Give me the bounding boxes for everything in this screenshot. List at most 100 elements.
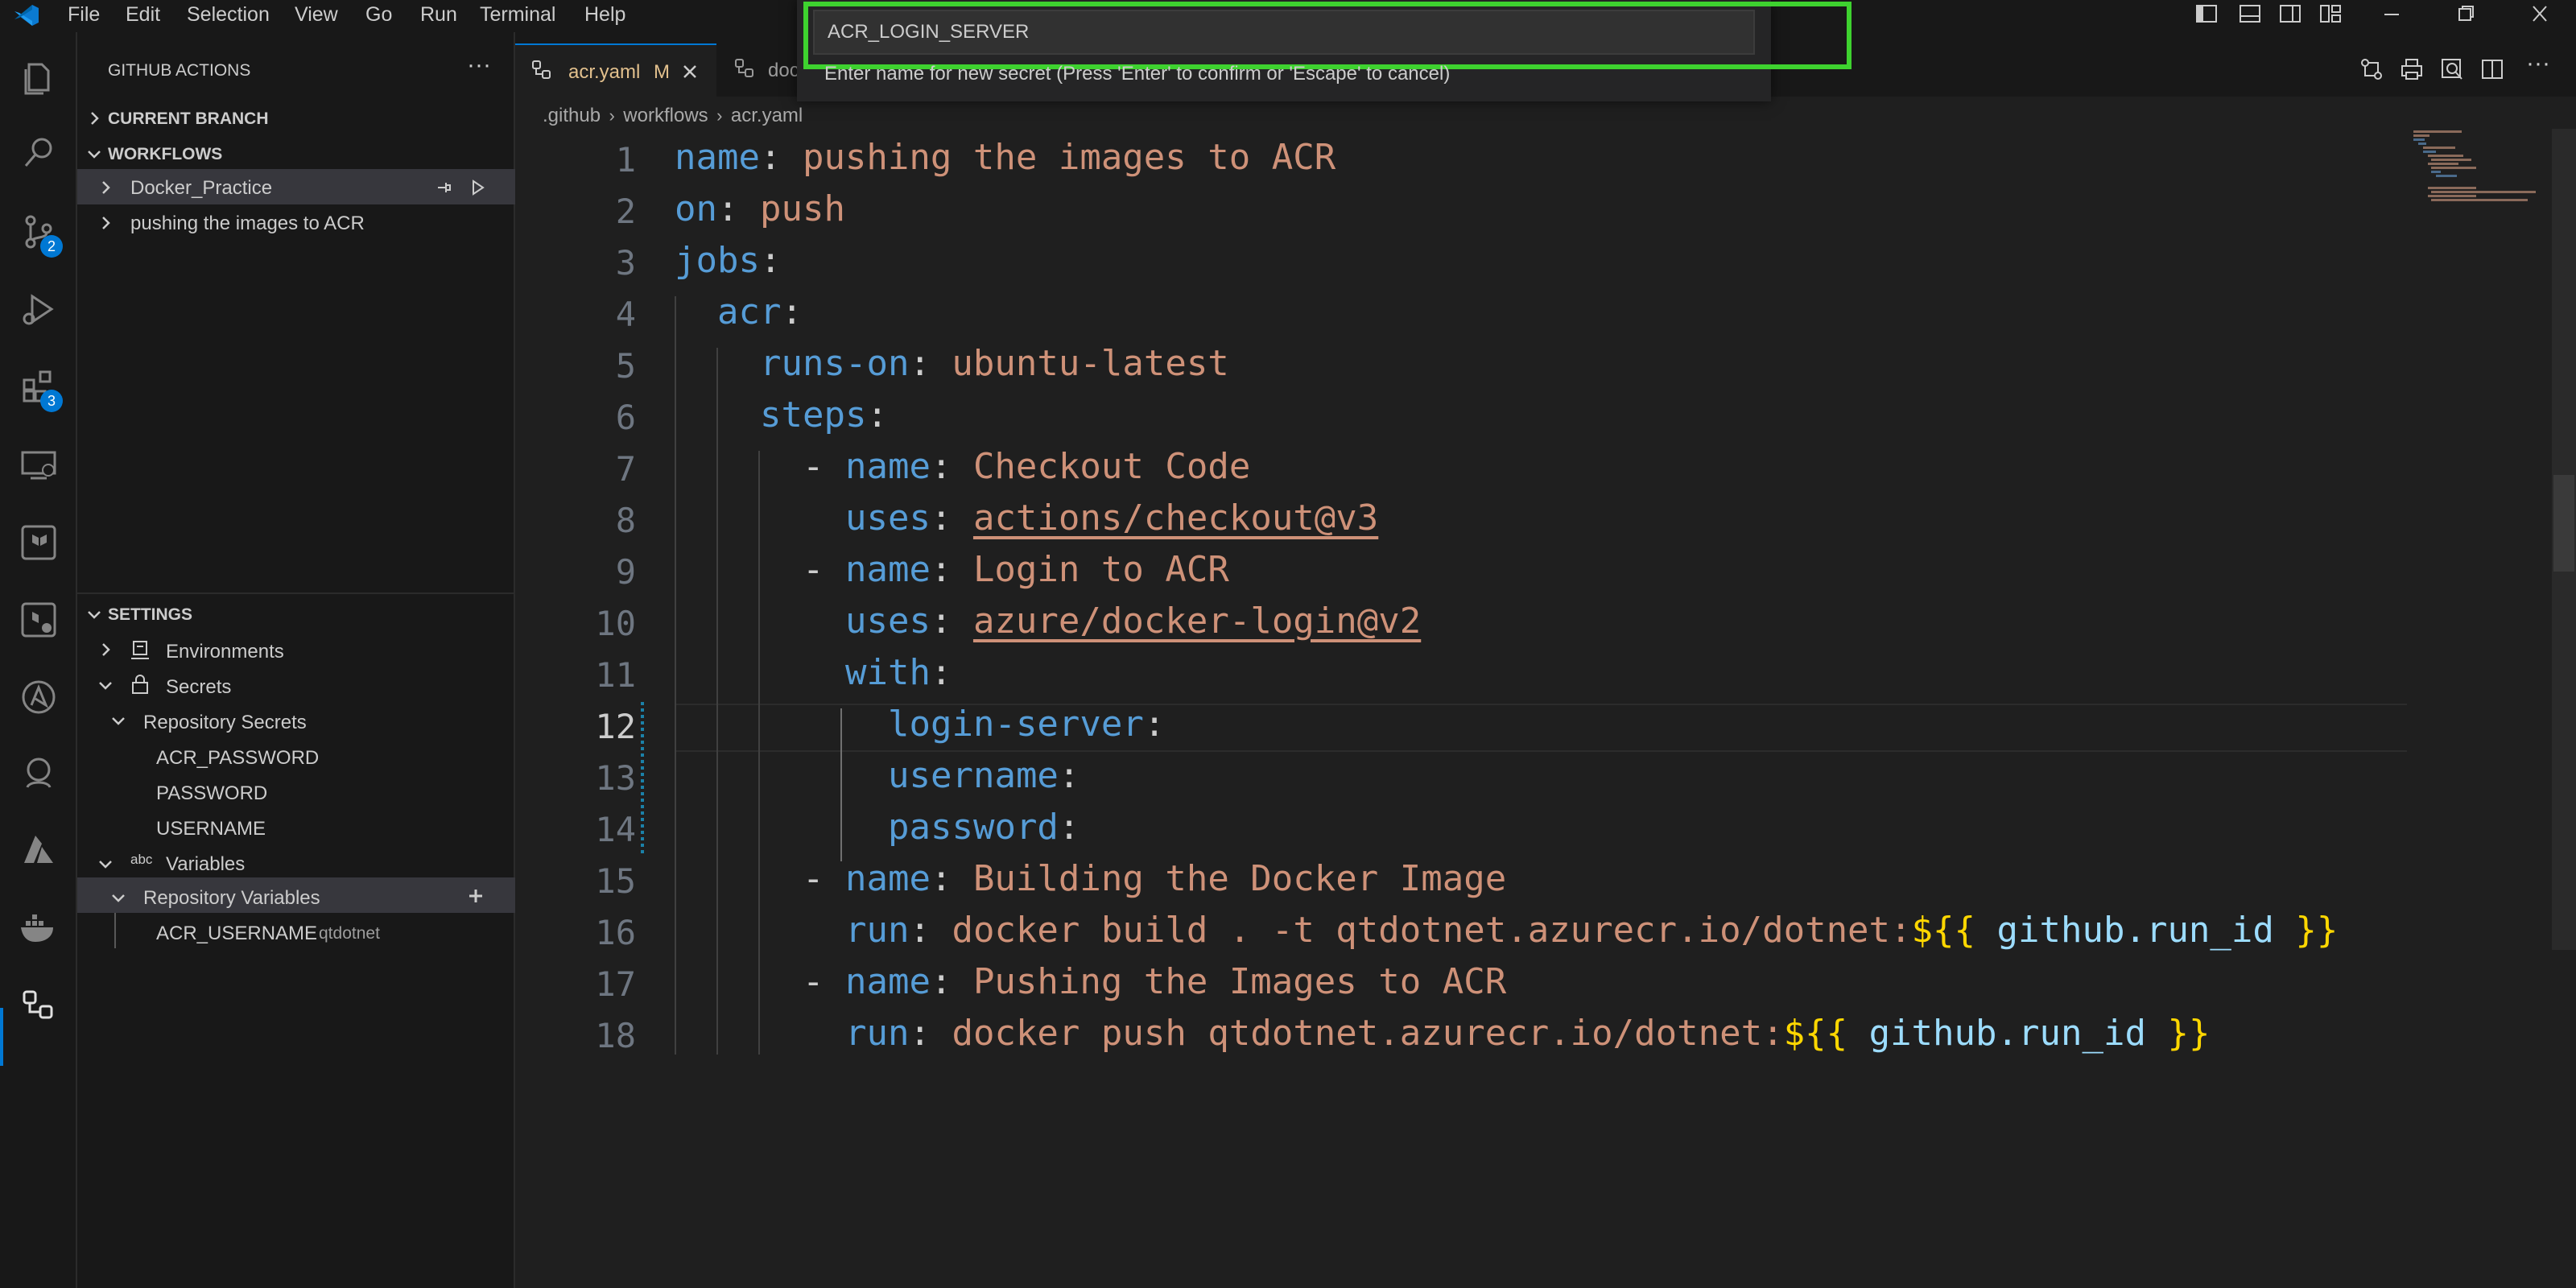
code-line: uses: actions/checkout@v3 — [845, 497, 1379, 539]
more-actions-icon[interactable]: ··· — [2526, 50, 2550, 77]
tab-docker[interactable]: doc — [768, 60, 799, 82]
chevron-down-icon[interactable] — [109, 712, 127, 729]
repository-variables[interactable]: Repository Variables — [143, 887, 320, 910]
more-actions-icon[interactable]: ··· — [467, 52, 491, 79]
toggle-panel-icon[interactable] — [2238, 3, 2262, 24]
settings-environments[interactable]: Environments — [166, 641, 284, 663]
extensions-badge: 3 — [40, 390, 63, 412]
close-icon[interactable] — [681, 63, 699, 80]
settings-variables[interactable]: Variables — [166, 853, 245, 876]
section-current-branch[interactable]: CURRENT BRANCH — [108, 109, 269, 129]
remote-explorer-icon[interactable] — [18, 444, 60, 486]
lock-icon — [132, 675, 148, 694]
docker-icon[interactable] — [18, 906, 60, 948]
explorer-icon[interactable] — [18, 56, 60, 98]
jenkins-icon[interactable] — [18, 752, 60, 794]
toggle-secondary-sidebar-icon[interactable] — [2278, 3, 2302, 24]
close-window-icon[interactable] — [2528, 3, 2552, 24]
search-icon[interactable] — [18, 132, 60, 174]
menu-run[interactable]: Run — [420, 3, 457, 27]
active-view-indicator — [0, 1008, 3, 1066]
breadcrumb-separator-icon: › — [609, 105, 615, 126]
code-line: jobs: — [675, 240, 782, 281]
open-preview-icon[interactable] — [2439, 56, 2465, 82]
tab-label: acr.yaml — [568, 61, 641, 83]
menu-view[interactable]: View — [295, 3, 338, 27]
section-workflows[interactable]: WORKFLOWS — [108, 145, 222, 164]
secret-item[interactable]: PASSWORD — [156, 782, 267, 805]
customize-layout-icon[interactable] — [2318, 3, 2343, 24]
menu-file[interactable]: File — [68, 3, 100, 27]
chevron-down-icon[interactable] — [97, 676, 114, 694]
minimize-icon[interactable] — [2380, 3, 2404, 24]
line-number: 3 — [615, 243, 636, 283]
indent-guide — [675, 296, 676, 1055]
line-number: 4 — [615, 295, 636, 334]
chevron-down-icon[interactable] — [97, 855, 114, 873]
menu-terminal[interactable]: Terminal — [480, 3, 555, 27]
menu-selection[interactable]: Selection — [187, 3, 270, 27]
tree-guide — [114, 913, 116, 948]
quick-input-message: Enter name for new secret (Press 'Enter'… — [824, 63, 1451, 85]
code-line: - name: Checkout Code — [803, 446, 1251, 487]
chevron-down-icon[interactable] — [85, 145, 103, 163]
line-number: 5 — [615, 346, 636, 386]
indent-guide — [758, 451, 760, 1055]
source-control-badge: 2 — [40, 235, 63, 258]
add-icon[interactable] — [467, 887, 485, 905]
breadcrumb-item[interactable]: acr.yaml — [731, 105, 803, 126]
terraform-cloud-icon[interactable] — [18, 599, 60, 641]
menu-help[interactable]: Help — [584, 3, 625, 27]
line-number: 7 — [615, 449, 636, 489]
restore-icon[interactable] — [2454, 3, 2478, 24]
ansible-icon[interactable] — [18, 676, 60, 718]
workflow-item-label[interactable]: pushing the images to ACR — [130, 213, 365, 235]
code-line: login-server: — [888, 704, 1166, 745]
github-actions-sidebar: GITHUB ACTIONS ··· CURRENT BRANCH WORKFL… — [77, 32, 515, 1288]
tab-modified-badge: M — [654, 61, 670, 83]
variables-abc-icon: abc — [130, 852, 153, 867]
print-icon[interactable] — [2399, 56, 2425, 82]
chevron-right-icon[interactable] — [85, 109, 103, 127]
azure-icon[interactable] — [18, 829, 60, 871]
breadcrumb-item[interactable]: workflows — [623, 105, 708, 126]
minimap[interactable] — [2407, 129, 2544, 201]
line-number: 14 — [595, 810, 636, 849]
chevron-right-icon[interactable] — [97, 641, 114, 658]
terraform-icon[interactable] — [18, 522, 60, 564]
line-number: 16 — [595, 913, 636, 952]
breadcrumb-item[interactable]: .github — [543, 105, 601, 126]
code-line: on: push — [675, 188, 845, 229]
line-number: 15 — [595, 861, 636, 901]
variable-value: qtdotnet — [319, 924, 380, 943]
settings-secrets[interactable]: Secrets — [166, 676, 231, 699]
line-number: 9 — [615, 552, 636, 592]
toggle-primary-sidebar-icon[interactable] — [2194, 3, 2219, 24]
workflow-file-icon — [532, 60, 551, 79]
chevron-right-icon[interactable] — [97, 214, 114, 232]
run-workflow-icon[interactable] — [469, 179, 486, 196]
variable-name[interactable]: ACR_USERNAME — [156, 923, 317, 945]
menu-edit[interactable]: Edit — [126, 3, 160, 27]
line-number: 17 — [595, 964, 636, 1004]
compare-changes-icon[interactable] — [2359, 56, 2384, 82]
scrollbar-thumb[interactable] — [2553, 475, 2574, 572]
chevron-down-icon[interactable] — [85, 605, 103, 623]
pin-icon[interactable] — [435, 179, 452, 196]
line-number-current: 12 — [595, 707, 636, 746]
secret-item[interactable]: USERNAME — [156, 818, 266, 840]
line-number: 1 — [615, 140, 636, 180]
workflow-item-label[interactable]: Docker_Practice — [130, 177, 272, 200]
breadcrumb-separator-icon: › — [716, 105, 723, 126]
section-settings[interactable]: SETTINGS — [108, 605, 192, 625]
menu-go[interactable]: Go — [365, 3, 392, 27]
run-and-debug-icon[interactable] — [18, 288, 60, 330]
chevron-right-icon[interactable] — [97, 179, 114, 196]
tab-acr-yaml[interactable]: acr.yaml M — [515, 43, 716, 97]
chevron-down-icon[interactable] — [109, 889, 127, 906]
github-actions-icon[interactable] — [18, 984, 60, 1026]
split-editor-icon[interactable] — [2479, 56, 2505, 82]
section-divider — [77, 592, 515, 594]
repository-secrets[interactable]: Repository Secrets — [143, 712, 307, 734]
secret-item[interactable]: ACR_PASSWORD — [156, 747, 319, 770]
